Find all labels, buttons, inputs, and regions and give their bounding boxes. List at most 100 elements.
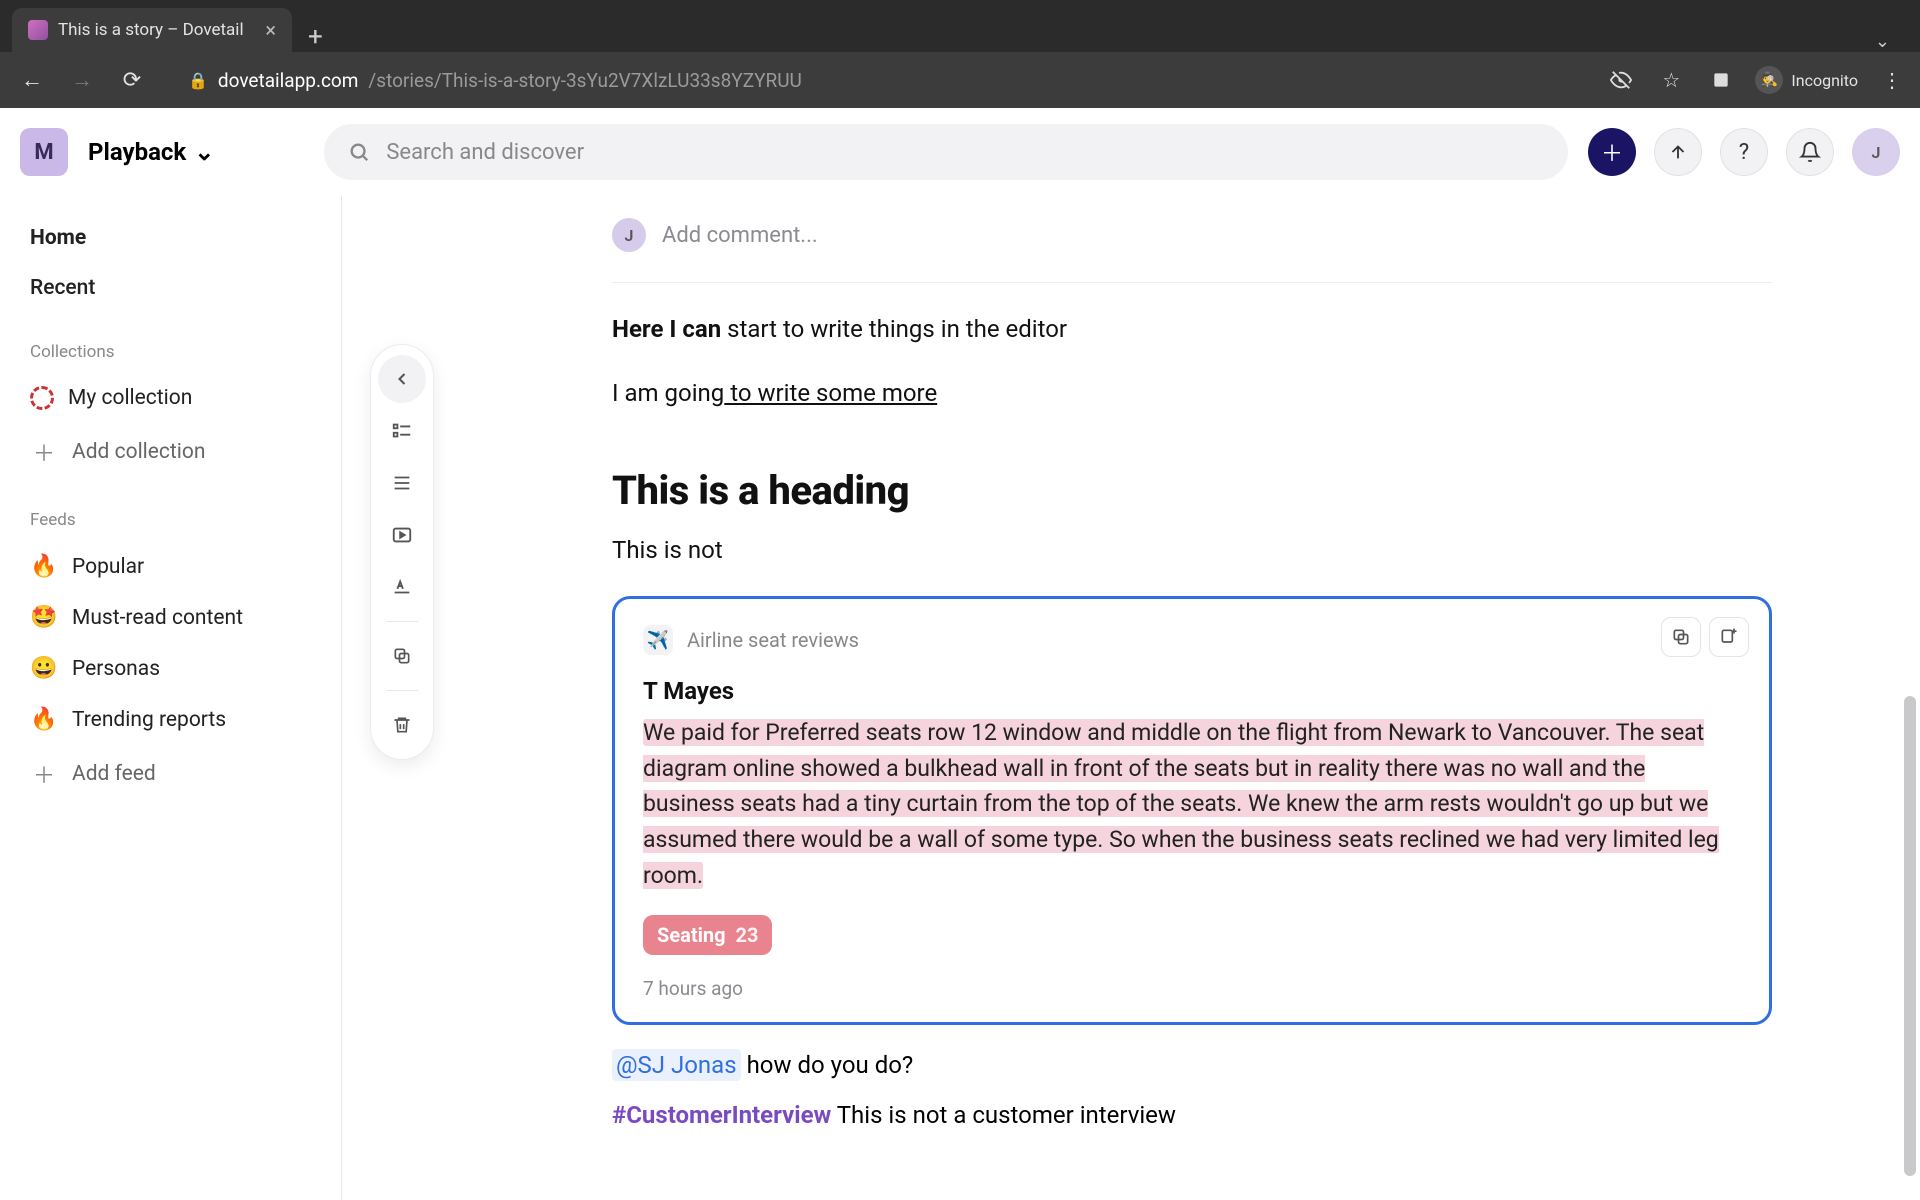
incognito-icon: 🕵️ [1755, 66, 1783, 94]
comment-avatar: J [612, 218, 646, 252]
sidebar: Home Recent Collections My collection ＋ … [0, 196, 342, 1200]
toolbar-paragraph-button[interactable] [378, 459, 426, 507]
quote-tags: Seating 23 [643, 915, 1741, 955]
tabs-chevron-down-icon[interactable]: ⌄ [1857, 31, 1908, 52]
fire-icon: 🔥 [30, 554, 58, 579]
lock-icon: 🔒 [188, 71, 208, 90]
smile-icon: 😀 [30, 656, 58, 681]
quote-timestamp: 7 hours ago [643, 977, 1741, 1000]
star-icon[interactable]: ☆ [1655, 64, 1687, 96]
user-avatar[interactable]: J [1852, 128, 1900, 176]
plain-text: start to write things in the editor [721, 315, 1067, 343]
editor-line-2[interactable]: I am going to write some more [612, 375, 1772, 411]
plus-icon: ＋ [30, 436, 58, 468]
sidebar-item-label: Personas [72, 657, 160, 681]
close-tab-icon[interactable]: × [265, 18, 276, 42]
kebab-menu-icon[interactable]: ⋮ [1876, 64, 1908, 96]
help-button[interactable]: ? [1720, 128, 1768, 176]
add-collection-button[interactable]: ＋ Add collection [16, 426, 325, 478]
editor-mention-line[interactable]: @SJ Jonas how do you do? [612, 1051, 1772, 1079]
sidebar-item-must-read[interactable]: 🤩 Must-read content [16, 595, 325, 640]
add-feed-button[interactable]: ＋ Add feed [16, 748, 325, 800]
hashtag[interactable]: #CustomerInterview [612, 1101, 831, 1129]
block-toolbar [370, 344, 434, 760]
editor-line-1[interactable]: Here I can start to write things in the … [612, 311, 1772, 347]
quote-author: T Mayes [643, 677, 1741, 705]
reload-button[interactable]: ⟳ [112, 60, 152, 100]
chevron-down-icon: ⌄ [194, 138, 214, 166]
sidebar-item-home[interactable]: Home [16, 216, 325, 260]
toolbar-copy-button[interactable] [378, 632, 426, 680]
search-icon [348, 141, 370, 163]
sidebar-item-label: Popular [72, 555, 144, 579]
comment-input-row[interactable]: J Add comment... [612, 196, 1772, 283]
forward-button[interactable]: → [62, 60, 102, 100]
sidebar-item-label: Trending reports [72, 708, 226, 732]
sidebar-item-my-collection[interactable]: My collection [16, 376, 325, 420]
toolbar-separator [386, 690, 418, 691]
fire-icon: 🔥 [30, 707, 58, 732]
tag-label: Seating [657, 923, 726, 947]
search-input[interactable]: Search and discover [324, 124, 1568, 180]
url-path: /stories/This-is-a-story-3sYu2V7XlzLU33s… [368, 69, 801, 92]
editor-hashtag-line[interactable]: #CustomerInterview This is not a custome… [612, 1101, 1772, 1129]
toolbar-list-button[interactable] [378, 407, 426, 455]
underline-text: to write some more [724, 379, 937, 407]
sidebar-section-collections: Collections [16, 316, 325, 370]
plain-text: how do you do? [741, 1051, 914, 1079]
plus-icon: ＋ [30, 758, 58, 790]
plus-icon: ＋ [1601, 136, 1623, 168]
bold-text: Here I can [612, 315, 721, 343]
editor-subline[interactable]: This is not [612, 532, 1772, 568]
sidebar-section-feeds: Feeds [16, 484, 325, 538]
url-field[interactable]: 🔒 dovetailapp.com/stories/This-is-a-stor… [170, 60, 820, 100]
sidebar-item-label: My collection [68, 386, 192, 410]
toolbar-delete-button[interactable] [378, 701, 426, 749]
address-bar: ← → ⟳ 🔒 dovetailapp.com/stories/This-is-… [0, 52, 1920, 108]
main-content: J Add comment... Here I can start to wri… [342, 196, 1920, 1200]
scrollbar-thumb[interactable] [1904, 696, 1916, 1176]
quote-source[interactable]: ✈️ Airline seat reviews [643, 625, 1741, 655]
favicon [28, 20, 48, 40]
back-button[interactable]: ← [12, 60, 52, 100]
sidebar-item-trending[interactable]: 🔥 Trending reports [16, 697, 325, 742]
toolbar-text-style-button[interactable] [378, 563, 426, 611]
create-button[interactable]: ＋ [1588, 128, 1636, 176]
plain-text: This is not a customer interview [831, 1101, 1176, 1129]
comment-placeholder: Add comment... [662, 223, 818, 248]
toolbar-video-button[interactable] [378, 511, 426, 559]
highlighted-text: We paid for Preferred seats row 12 windo… [643, 719, 1719, 889]
toolbar-separator [386, 621, 418, 622]
sidebar-item-personas[interactable]: 😀 Personas [16, 646, 325, 691]
collection-icon [30, 386, 54, 410]
toolbar-back-button[interactable] [378, 355, 426, 403]
incognito-indicator[interactable]: 🕵️ Incognito [1755, 66, 1858, 94]
editor-heading[interactable]: This is a heading [612, 467, 1772, 514]
tab-strip: This is a story – Dovetail × + ⌄ [0, 0, 1920, 52]
copy-quote-button[interactable] [1661, 617, 1701, 657]
notifications-button[interactable] [1786, 128, 1834, 176]
extensions-icon[interactable] [1705, 64, 1737, 96]
eye-off-icon[interactable] [1605, 64, 1637, 96]
search-placeholder: Search and discover [386, 140, 584, 165]
airplane-icon: ✈️ [643, 625, 673, 655]
sidebar-item-recent[interactable]: Recent [16, 266, 325, 310]
workspace-name: Playback [88, 138, 186, 166]
add-collection-label: Add collection [72, 440, 205, 464]
tag-count: 23 [736, 923, 759, 947]
browser-tab[interactable]: This is a story – Dovetail × [12, 8, 292, 52]
new-tab-button[interactable]: + [292, 22, 339, 52]
quote-card[interactable]: ✈️ Airline seat reviews T Mayes We paid … [612, 596, 1772, 1025]
workspace-badge[interactable]: M [20, 128, 68, 176]
url-host: dovetailapp.com [218, 69, 359, 92]
sidebar-item-popular[interactable]: 🔥 Popular [16, 544, 325, 589]
workspace-switcher[interactable]: Playback ⌄ [88, 138, 214, 166]
open-quote-button[interactable] [1709, 617, 1749, 657]
upload-button[interactable] [1654, 128, 1702, 176]
user-mention[interactable]: @SJ Jonas [612, 1049, 741, 1081]
app-shell: M Playback ⌄ Search and discover ＋ ? J [0, 108, 1920, 1200]
plain-text: I am going [612, 379, 724, 407]
incognito-label: Incognito [1791, 71, 1858, 90]
tag-chip-seating[interactable]: Seating 23 [643, 915, 772, 955]
quote-body: We paid for Preferred seats row 12 windo… [643, 715, 1741, 893]
